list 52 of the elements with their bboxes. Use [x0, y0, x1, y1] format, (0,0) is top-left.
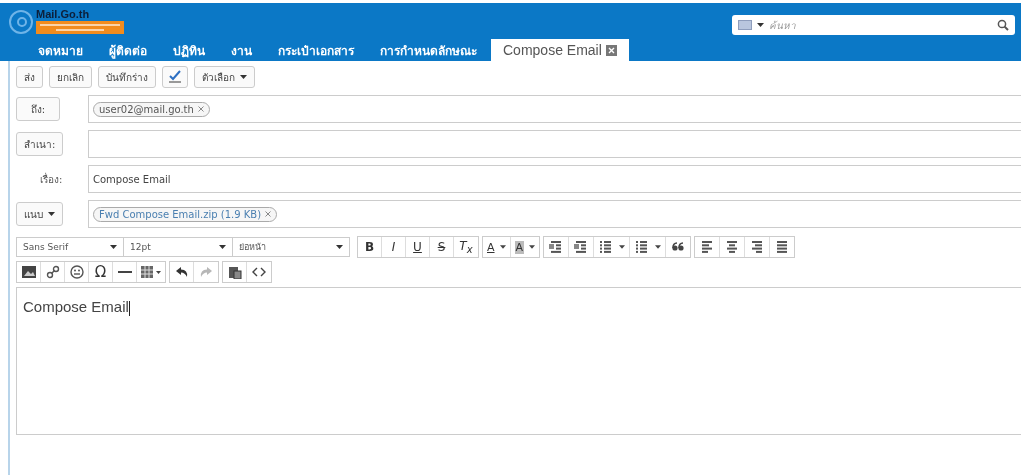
- remove-icon[interactable]: [265, 211, 272, 217]
- caret-icon[interactable]: [655, 245, 662, 249]
- recipient-button[interactable]: ถึง:: [16, 97, 60, 121]
- input-field[interactable]: user02@mail.go.th: [88, 95, 1021, 123]
- caret-icon[interactable]: [240, 75, 247, 79]
- checkmark-icon[interactable]: [168, 69, 182, 85]
- tab[interactable]: งาน: [219, 39, 264, 61]
- input-field[interactable]: Fwd Compose Email.zip (1.9 KB): [88, 200, 1021, 228]
- format-select[interactable]: 12pt: [123, 237, 233, 257]
- undo-icon[interactable]: [174, 266, 189, 278]
- toolbar-button[interactable]: บันทึกร่าง: [98, 66, 156, 88]
- options-button[interactable]: ตัวเลือก: [194, 66, 255, 88]
- recipient-button[interactable]: สำเนา:: [16, 132, 64, 156]
- format-select[interactable]: ย่อหน้า: [232, 237, 350, 257]
- remove-icon[interactable]: [197, 106, 204, 112]
- search-icon[interactable]: [997, 19, 1009, 31]
- caret-icon[interactable]: [619, 245, 626, 249]
- field-label: เรื่อง:: [40, 171, 63, 187]
- spellcheck-button[interactable]: [162, 66, 188, 88]
- caret-icon[interactable]: [757, 23, 764, 27]
- tab[interactable]: จดหมาย: [26, 39, 95, 61]
- attach-button[interactable]: แนบ: [16, 202, 63, 226]
- toolbar-button[interactable]: ยกเลิก: [49, 66, 92, 88]
- attachment-chip[interactable]: Fwd Compose Email.zip (1.9 KB): [93, 206, 278, 222]
- input-field[interactable]: Compose Email: [88, 165, 1021, 193]
- quote-icon[interactable]: [671, 240, 686, 254]
- link-icon[interactable]: [45, 265, 60, 279]
- tab[interactable]: ปฏิทิน: [161, 39, 217, 61]
- input-field[interactable]: [88, 130, 1021, 158]
- caret-icon[interactable]: [110, 245, 117, 249]
- smiley-icon[interactable]: [69, 265, 84, 279]
- tab[interactable]: การกำหนดลักษณะ: [368, 39, 489, 61]
- image-icon[interactable]: [21, 266, 36, 278]
- message-body: Compose Email: [23, 298, 129, 315]
- caret-icon[interactable]: [529, 245, 536, 249]
- editor-area[interactable]: Compose Email: [16, 287, 1021, 435]
- tab[interactable]: Compose Email: [491, 39, 629, 61]
- caret-icon[interactable]: [499, 245, 506, 249]
- tab[interactable]: กระเป๋าเอกสาร: [266, 39, 366, 61]
- toolbar-button[interactable]: ส่ง: [16, 66, 43, 88]
- recipient-chip[interactable]: user02@mail.go.th: [93, 101, 210, 117]
- caret-icon[interactable]: [336, 245, 343, 249]
- code-icon[interactable]: [252, 267, 266, 277]
- logo-title: Mail.Go.th: [36, 8, 91, 20]
- search-field[interactable]: ค้นหา: [732, 15, 1015, 35]
- tab[interactable]: ผู้ติดต่อ: [97, 39, 159, 61]
- horizontal-line-icon[interactable]: [117, 270, 132, 274]
- caret-icon[interactable]: [48, 212, 55, 216]
- format-select[interactable]: Sans Serif: [16, 237, 124, 257]
- close-icon[interactable]: [605, 44, 617, 56]
- paste-icon[interactable]: [227, 265, 242, 279]
- caret-icon[interactable]: [219, 245, 226, 249]
